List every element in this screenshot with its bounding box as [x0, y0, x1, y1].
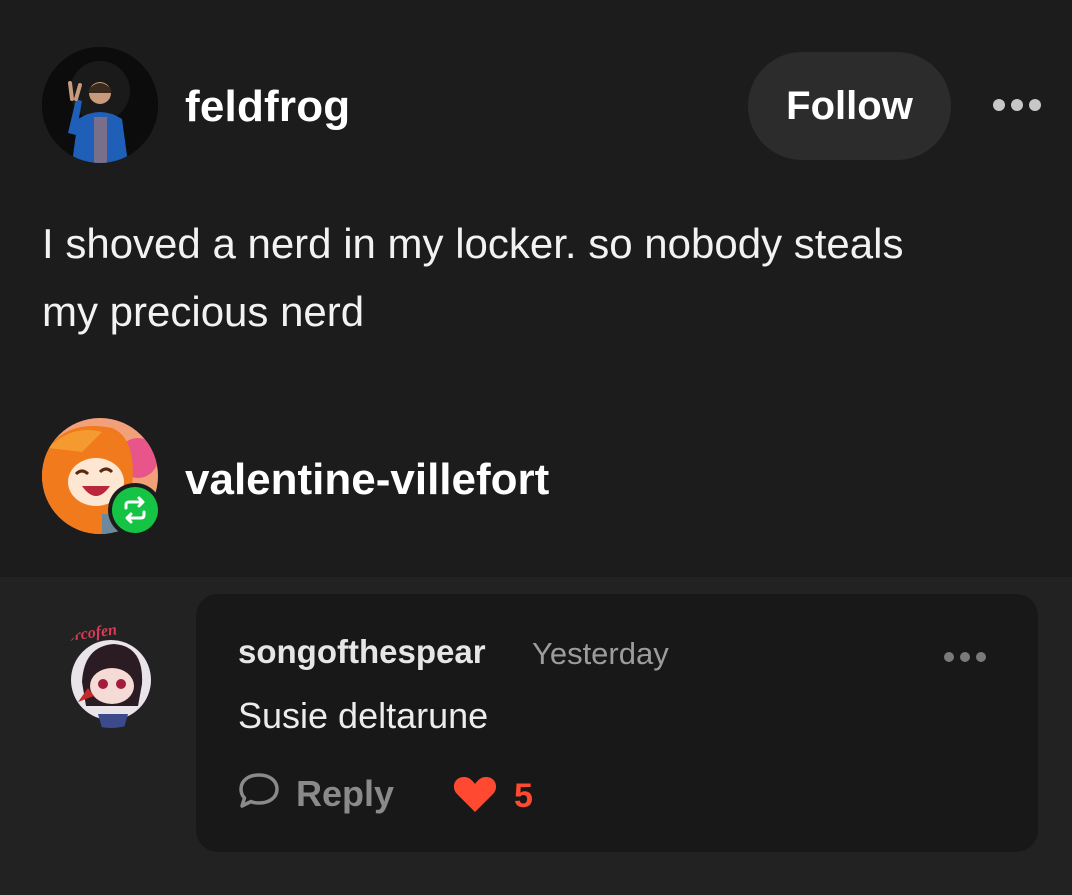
like-count: 5 [514, 777, 533, 815]
post: feldfrog Follow I shoved a nerd in my lo… [0, 0, 1072, 575]
more-horizontal-icon[interactable] [993, 99, 1041, 111]
reblog-icon [112, 487, 158, 533]
reply-username[interactable]: songofthespear [238, 633, 486, 671]
author-avatar[interactable] [42, 47, 158, 163]
reply-avatar[interactable]: forcofen [58, 622, 164, 728]
reply-text: Susie deltarune [238, 695, 489, 736]
author-username[interactable]: feldfrog [185, 82, 350, 132]
reply-timestamp: Yesterday [532, 636, 669, 671]
post-body-line: my precious nerd [42, 288, 365, 335]
speech-bubble-icon [236, 770, 282, 817]
reply-button[interactable]: Reply [236, 770, 394, 817]
more-horizontal-icon[interactable] [944, 652, 986, 662]
reblogger-username[interactable]: valentine-villefort [185, 455, 549, 505]
post-body-line: I shoved a nerd in my locker. so nobody … [42, 220, 904, 267]
post-body: I shoved a nerd in my locker. so nobody … [42, 210, 1042, 346]
like-button[interactable]: 5 [452, 774, 533, 819]
heart-icon [452, 774, 498, 819]
reblog-badge [108, 483, 162, 537]
follow-button[interactable]: Follow [748, 52, 951, 160]
reply-button-label: Reply [296, 772, 395, 814]
